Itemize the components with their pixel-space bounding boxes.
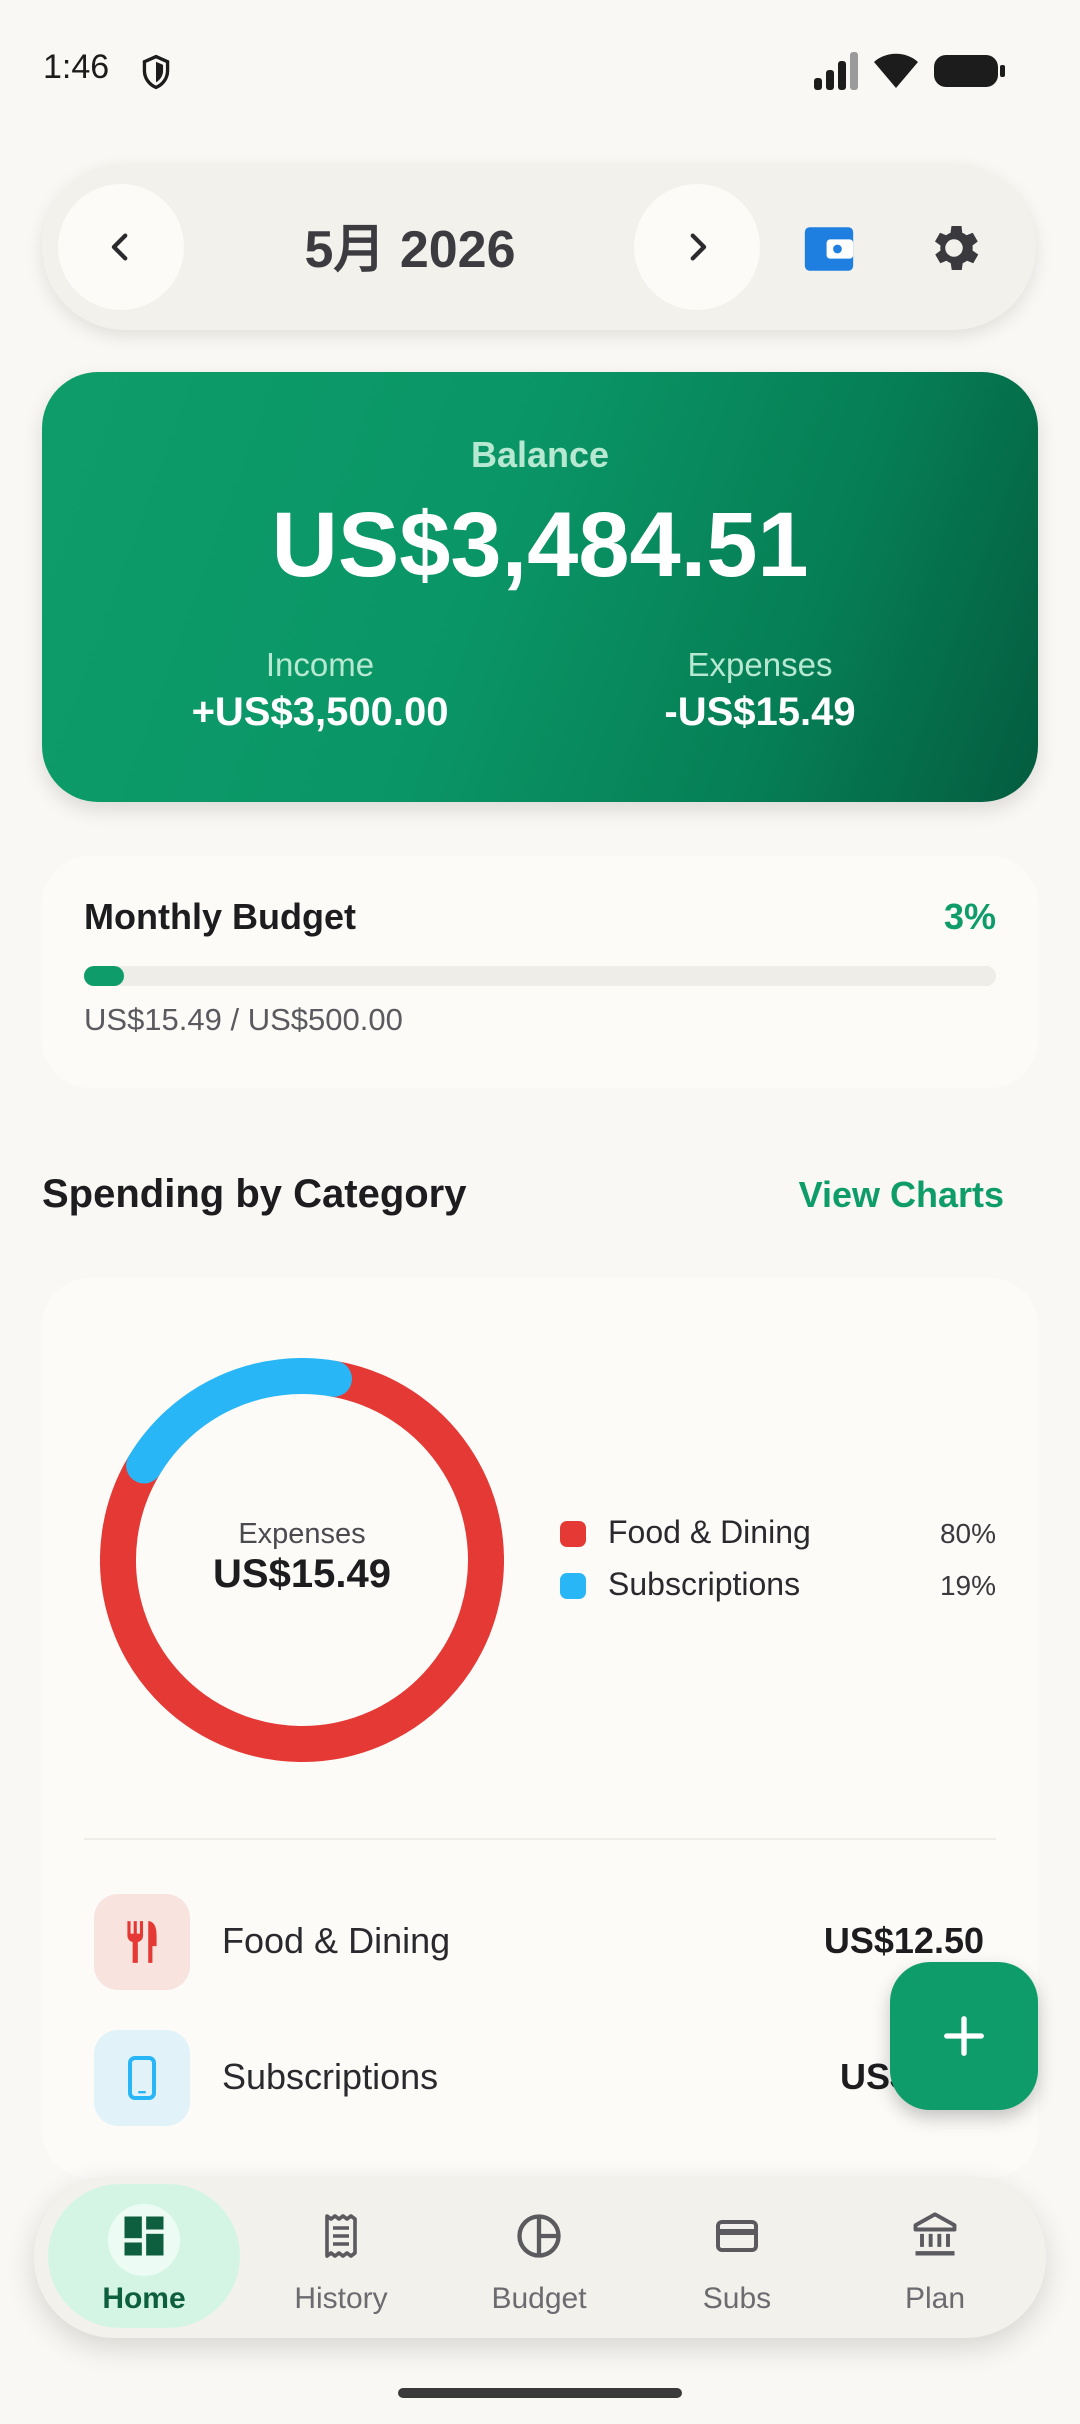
- status-time: 1:46: [43, 48, 110, 86]
- phone-icon: [128, 2056, 156, 2100]
- legend-pct-food: 80%: [939, 1518, 996, 1549]
- month-title: 5月 2026: [304, 221, 516, 279]
- signal-icon: [814, 52, 858, 90]
- category-row-food-icon-box: [94, 1894, 190, 1990]
- next-month-button[interactable]: [634, 184, 760, 310]
- nav-label-budget: Budget: [491, 2282, 587, 2315]
- donut-slice-subscriptions: [126, 1358, 352, 1484]
- fork-knife-icon: [127, 1921, 157, 1963]
- plus-icon: [944, 2016, 984, 2056]
- expenses-label: Expenses: [687, 646, 833, 683]
- divider: [84, 1838, 996, 1840]
- wallet-icon[interactable]: [800, 220, 858, 278]
- budget-progress-fill: [84, 966, 124, 986]
- receipt-icon: [325, 2214, 357, 2258]
- balance-label: Balance: [470, 434, 610, 475]
- donut-center-label: Expenses: [238, 1518, 366, 1550]
- balance-amount: US$3,484.51: [271, 494, 809, 596]
- legend-dot-food: [560, 1521, 586, 1547]
- income-label: Income: [265, 646, 375, 683]
- pie-chart-icon: [517, 2214, 561, 2258]
- nav-item-history[interactable]: History: [246, 2184, 436, 2330]
- donut-center-value: US$15.49: [213, 1552, 391, 1596]
- wifi-icon: [874, 53, 918, 88]
- budget-amounts: US$15.49 / US$500.00: [84, 1002, 403, 1037]
- add-transaction-button[interactable]: [890, 1962, 1038, 2110]
- nav-label-history: History: [294, 2282, 388, 2315]
- nav-label-home: Home: [102, 2282, 186, 2315]
- income-value: +US$3,500.00: [191, 690, 449, 734]
- nav-item-subs[interactable]: Subs: [642, 2184, 832, 2330]
- nav-label-subs: Subs: [702, 2282, 772, 2315]
- previous-month-button[interactable]: [58, 184, 184, 310]
- nav-label-plan: Plan: [904, 2282, 966, 2315]
- expenses-value: -US$15.49: [664, 690, 856, 734]
- battery-icon: [934, 55, 1005, 87]
- category-name-subscriptions[interactable]: Subscriptions: [222, 2056, 438, 2098]
- legend-pct-subscriptions: 19%: [939, 1570, 996, 1601]
- budget-progress-bar: [84, 966, 996, 986]
- legend-dot-subscriptions: [560, 1573, 586, 1599]
- chevron-left-icon: [111, 233, 128, 261]
- budget-percent: 3%: [943, 896, 996, 937]
- budget-title: Monthly Budget: [84, 896, 356, 937]
- category-row-subscriptions-icon-box: [94, 2030, 190, 2126]
- nav-item-home[interactable]: Home: [49, 2184, 239, 2330]
- category-name-food[interactable]: Food & Dining: [222, 1920, 450, 1962]
- credit-card-icon: [716, 2220, 758, 2252]
- gear-icon[interactable]: [924, 218, 984, 278]
- spending-section-title: Spending by Category: [42, 1172, 467, 1216]
- bank-icon: [913, 2212, 957, 2256]
- dashboard-icon: [124, 2216, 164, 2256]
- view-charts-link[interactable]: View Charts: [790, 1174, 1004, 1216]
- nav-item-plan[interactable]: Plan: [840, 2184, 1030, 2330]
- nav-item-budget[interactable]: Budget: [444, 2184, 634, 2330]
- gesture-bar: [398, 2388, 682, 2398]
- legend-name-subscriptions: Subscriptions: [608, 1566, 801, 1602]
- legend-name-food: Food & Dining: [608, 1514, 811, 1550]
- shield-icon: [142, 54, 170, 90]
- chevron-right-icon: [690, 233, 707, 261]
- category-amount-food: US$12.50: [823, 1920, 984, 1961]
